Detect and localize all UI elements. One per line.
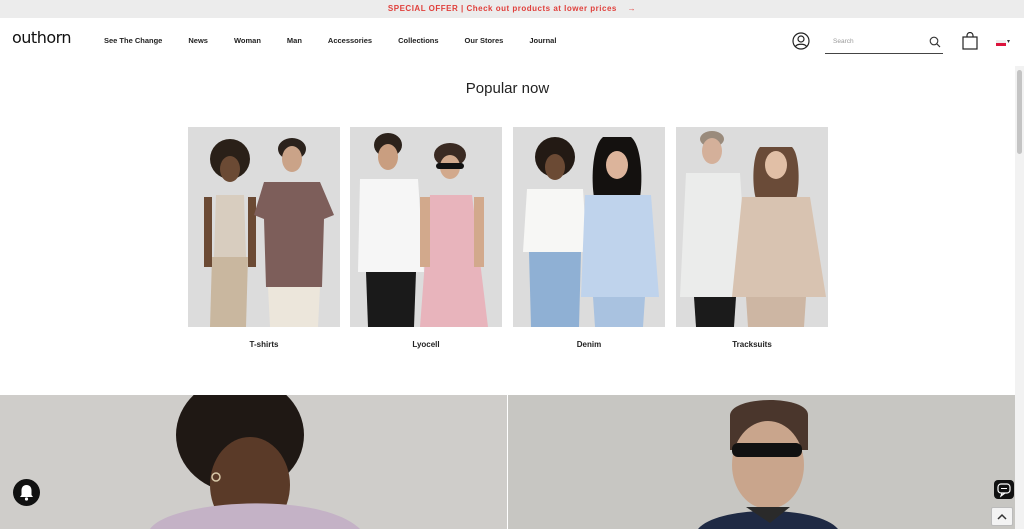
nav-news[interactable]: News xyxy=(188,36,208,45)
scroll-top-button[interactable] xyxy=(991,507,1013,526)
chat-button[interactable] xyxy=(994,480,1014,499)
category-image[interactable] xyxy=(350,127,502,327)
scrollbar-thumb[interactable] xyxy=(1017,70,1022,154)
nav-collections[interactable]: Collections xyxy=(398,36,438,45)
category-image[interactable] xyxy=(676,127,828,327)
logo[interactable]: outhorn xyxy=(12,28,72,47)
category-image[interactable] xyxy=(513,127,665,327)
nav-accessories[interactable]: Accessories xyxy=(328,36,372,45)
nav-see-the-change[interactable]: See The Change xyxy=(104,36,162,45)
category-label[interactable]: T-shirts xyxy=(188,340,340,349)
search-icon[interactable] xyxy=(929,36,941,48)
user-icon[interactable] xyxy=(792,32,810,50)
site-header: outhorn See The Change News Woman Man Ac… xyxy=(0,18,1015,66)
flag-icon[interactable] xyxy=(996,40,1006,46)
category-label[interactable]: Tracksuits xyxy=(676,340,828,349)
promo-offer-label: SPECIAL OFFER xyxy=(387,4,459,13)
bell-icon xyxy=(20,485,33,501)
promo-offer-text: Check out products at lower prices xyxy=(466,4,617,13)
scrollbar[interactable] xyxy=(1015,66,1024,529)
search-input[interactable] xyxy=(825,31,921,52)
category-card-lyocell[interactable]: Lyocell xyxy=(350,127,502,349)
shopping-bag-icon[interactable] xyxy=(962,32,978,50)
category-image[interactable] xyxy=(188,127,340,327)
main-nav: See The Change News Woman Man Accessorie… xyxy=(104,36,582,45)
nav-man[interactable]: Man xyxy=(287,36,302,45)
hero-banner-right[interactable] xyxy=(508,395,1015,529)
category-card-tshirts[interactable]: T-shirts xyxy=(188,127,340,349)
chevron-down-icon[interactable]: ▾ xyxy=(1007,38,1010,45)
arrow-right-icon: → xyxy=(627,4,637,13)
category-card-tracksuits[interactable]: Tracksuits xyxy=(676,127,828,349)
category-label[interactable]: Lyocell xyxy=(350,340,502,349)
nav-woman[interactable]: Woman xyxy=(234,36,261,45)
search-box xyxy=(825,30,943,54)
hero-banner-left[interactable] xyxy=(0,395,507,529)
chat-icon xyxy=(997,483,1011,498)
section-title: Popular now xyxy=(465,80,550,97)
scroll-top-icon xyxy=(997,513,1007,520)
promo-separator: | xyxy=(461,4,464,13)
category-card-denim[interactable]: Denim xyxy=(513,127,665,349)
promo-bar[interactable]: SPECIAL OFFER | Check out products at lo… xyxy=(0,0,1024,18)
nav-our-stores[interactable]: Our Stores xyxy=(465,36,504,45)
notification-button[interactable] xyxy=(13,479,40,506)
nav-journal[interactable]: Journal xyxy=(529,36,556,45)
category-label[interactable]: Denim xyxy=(513,340,665,349)
